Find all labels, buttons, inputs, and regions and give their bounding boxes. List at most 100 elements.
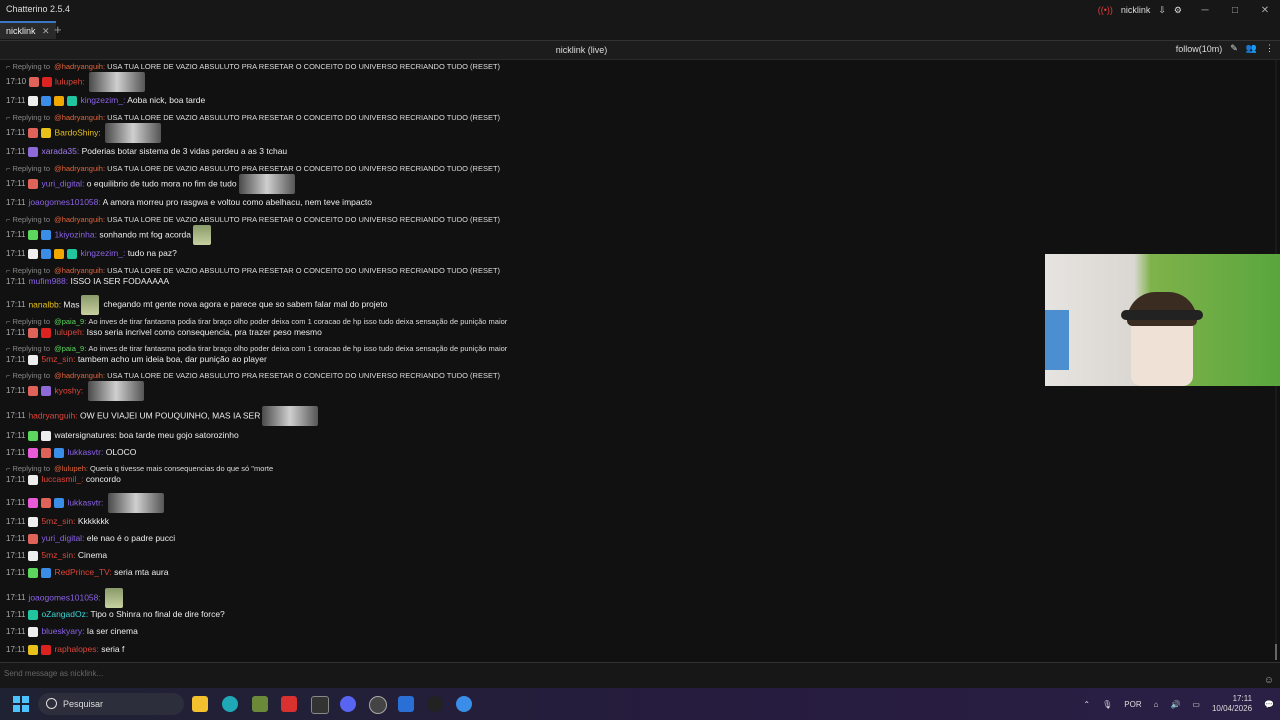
app-icon-g[interactable] <box>427 696 443 712</box>
chat-message[interactable]: 17:11 raphalopes: seria f <box>6 644 1266 655</box>
follower-mode-indicator[interactable]: follow(10m) <box>1176 44 1223 54</box>
chat-message[interactable]: 17:11 hadryanguih: OW EU VIAJEI UM POUQUI… <box>6 406 1266 426</box>
message-username[interactable]: kyoshy: <box>54 385 85 395</box>
reply-context[interactable]: ⌐ Replying to @hadryanguih: USA TUA LORE … <box>6 164 1266 173</box>
app-icon-obs[interactable] <box>369 696 387 714</box>
user-badge-icon[interactable] <box>54 248 65 259</box>
emote-image[interactable] <box>262 406 319 426</box>
user-badge-icon[interactable] <box>28 95 39 106</box>
user-badge-icon[interactable] <box>28 474 39 485</box>
emote-image[interactable] <box>193 225 212 245</box>
user-badge-icon[interactable] <box>28 386 39 396</box>
reply-username[interactable]: @hadryanguih: <box>54 266 105 275</box>
emote-image[interactable] <box>238 174 295 194</box>
user-badge-icon[interactable] <box>41 644 52 655</box>
chat-message[interactable]: 17:11 xarada35: Poderias botar sistema de… <box>6 146 1266 157</box>
reply-username[interactable]: @hadryanguih: <box>54 62 105 71</box>
viewers-icon[interactable]: 👥 <box>1246 43 1257 54</box>
update-download-icon[interactable]: ⇩ <box>1158 5 1166 16</box>
message-username[interactable]: joaogomes101058: <box>28 197 102 207</box>
user-badge-icon[interactable] <box>28 644 39 655</box>
network-icon[interactable]: ⌂ <box>1154 700 1159 709</box>
user-badge-icon[interactable] <box>28 430 39 441</box>
message-username[interactable]: raphalopes: <box>54 644 101 654</box>
clock[interactable]: 17:11 10/04/2026 <box>1212 694 1252 714</box>
windows-start-icon[interactable] <box>13 696 29 712</box>
taskbar-search[interactable]: Pesquisar <box>38 693 184 715</box>
battery-icon[interactable]: ▭ <box>1192 700 1200 709</box>
message-username[interactable]: luccasmil_: <box>41 474 85 484</box>
user-badge-icon[interactable] <box>28 230 39 240</box>
add-tab-button[interactable]: + <box>54 22 62 37</box>
reply-username[interactable]: @paia_9: <box>54 344 86 353</box>
user-badge-icon[interactable] <box>41 128 52 138</box>
user-badge-icon[interactable] <box>28 146 39 157</box>
volume-icon[interactable]: 🔊 <box>1170 700 1180 709</box>
microphone-icon[interactable]: 🎙 <box>1102 700 1112 709</box>
message-username[interactable]: mufim988: <box>28 276 70 286</box>
reply-context[interactable]: ⌐ Replying to @hadryanguih: USA TUA LORE … <box>6 215 1266 224</box>
message-username[interactable]: lulupeh: <box>55 76 87 86</box>
message-username[interactable]: 1kiyozinha: <box>54 229 99 239</box>
app-icon-blue[interactable] <box>398 696 414 712</box>
emote-image[interactable] <box>89 72 146 92</box>
message-username[interactable]: RedPrince_TV: <box>54 567 114 577</box>
app-icon-capcut[interactable] <box>311 696 329 714</box>
user-badge-icon[interactable] <box>28 128 39 138</box>
chat-message[interactable]: 17:11 oZangadOz: Tipo o Shinra no final d… <box>6 609 1266 620</box>
settings-gear-icon[interactable]: ⚙ <box>1174 5 1182 16</box>
message-input[interactable]: Send message as nicklink... <box>4 669 103 678</box>
message-username[interactable]: 5mz_sin: <box>41 516 77 526</box>
user-badge-icon[interactable] <box>28 327 39 338</box>
message-username[interactable]: joaogomes101058: <box>28 592 103 602</box>
user-badge-icon[interactable] <box>67 95 78 106</box>
user-badge-icon[interactable] <box>28 533 39 544</box>
chat-message[interactable]: 17:11 luccasmil_: concordo <box>6 474 1266 485</box>
app-icon-document[interactable] <box>252 696 268 712</box>
user-badge-icon[interactable] <box>28 498 39 508</box>
user-badge-icon[interactable] <box>54 447 65 458</box>
message-username[interactable]: blueskyary: <box>41 626 86 636</box>
chat-message[interactable]: 17:11 joaogomes101058: <box>6 588 1266 608</box>
user-badge-icon[interactable] <box>28 248 39 259</box>
tab-close-icon[interactable]: ✕ <box>42 26 50 36</box>
message-username[interactable]: nanalbb: <box>28 299 63 309</box>
user-badge-icon[interactable] <box>41 498 52 508</box>
user-badge-icon[interactable] <box>54 498 65 508</box>
message-username[interactable]: watersignatures: <box>54 430 119 440</box>
message-username[interactable]: yuri_digital: <box>41 533 86 543</box>
chatterino-icon[interactable] <box>456 696 472 712</box>
minimize-button[interactable]: ─ <box>1190 5 1220 16</box>
user-badge-icon[interactable] <box>41 430 52 441</box>
message-username[interactable]: lukkasvtr: <box>67 447 105 457</box>
tray-chevron-up-icon[interactable]: ⌃ <box>1083 700 1090 709</box>
chat-message[interactable]: 17:10 lulupeh: <box>6 72 1266 92</box>
user-badge-icon[interactable] <box>28 609 39 620</box>
chat-message[interactable]: 17:11 1kiyozinha: sonhando mt fog acorda <box>6 225 1266 245</box>
chat-message[interactable]: 17:11 5mz_sin: Cinema <box>6 550 1266 561</box>
notifications-icon[interactable]: 💬 <box>1264 700 1274 709</box>
chat-message[interactable]: 17:11 BardoShiny: <box>6 123 1266 143</box>
maximize-button[interactable]: □ <box>1220 5 1250 16</box>
account-name[interactable]: nicklink <box>1121 5 1151 15</box>
message-username[interactable]: 5mz_sin: <box>41 354 77 364</box>
user-badge-icon[interactable] <box>28 179 39 189</box>
edge-browser-icon[interactable] <box>222 696 238 712</box>
close-button[interactable]: ✕ <box>1250 5 1280 16</box>
chat-message[interactable]: 17:11 watersignatures: boa tarde meu gojo… <box>6 430 1266 441</box>
user-badge-icon[interactable] <box>67 248 78 259</box>
chat-message[interactable]: 17:11 joaogomes101058: A amora morreu pro… <box>6 197 1266 207</box>
chat-message[interactable]: 17:11 blueskyary: Ia ser cinema <box>6 626 1266 637</box>
message-username[interactable]: hadryanguih: <box>28 410 80 420</box>
user-badge-icon[interactable] <box>54 95 65 106</box>
user-badge-icon[interactable] <box>41 95 52 106</box>
reply-username[interactable]: @hadryanguih: <box>54 164 105 173</box>
reply-context[interactable]: ⌐ Replying to @lulupeh: Queria q tivesse … <box>6 464 1266 473</box>
reply-username[interactable]: @hadryanguih: <box>54 113 105 122</box>
emote-image[interactable] <box>81 295 100 315</box>
emote-image[interactable] <box>105 123 162 143</box>
user-badge-icon[interactable] <box>28 626 39 637</box>
reply-username[interactable]: @paia_9: <box>54 317 86 326</box>
user-badge-icon[interactable] <box>29 77 40 87</box>
chat-message[interactable]: 17:11 yuri_digital: o equilibrio de tudo … <box>6 174 1266 194</box>
